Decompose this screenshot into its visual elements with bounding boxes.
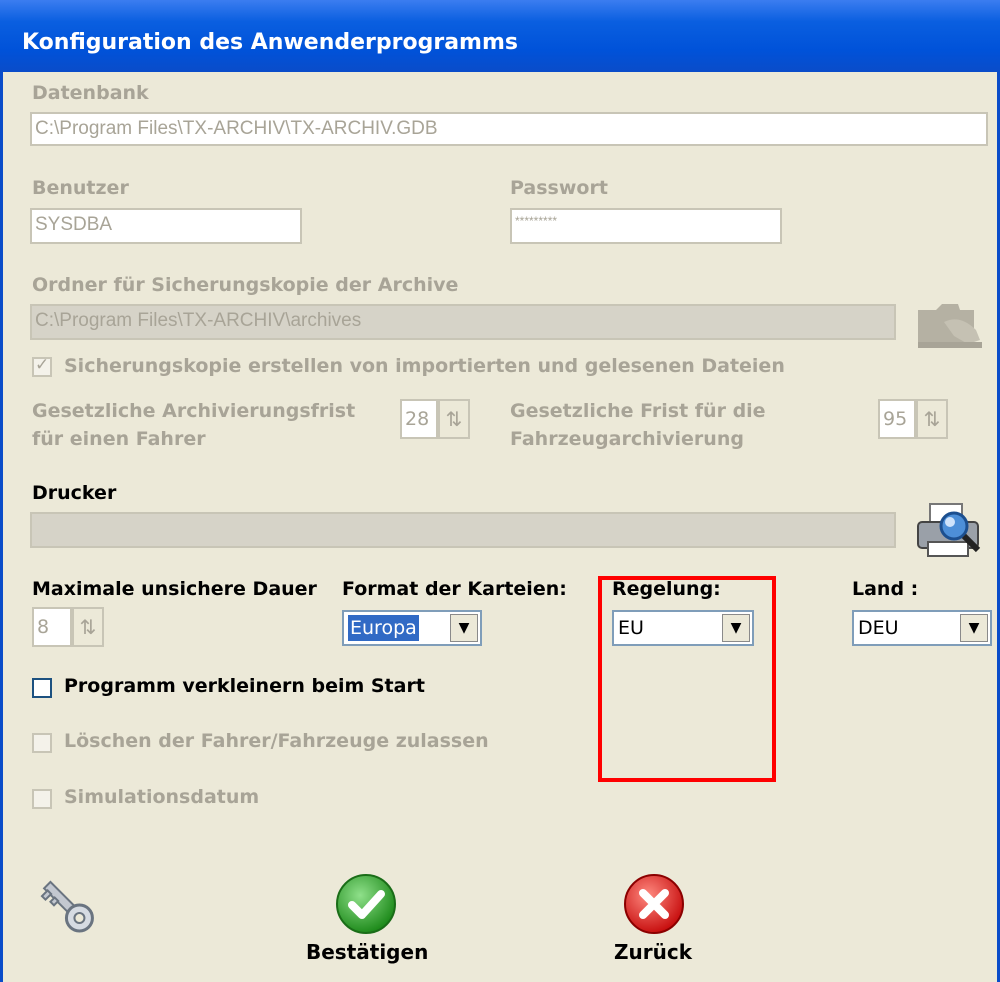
database-field[interactable]: C:\Program Files\TX-ARCHIV\TX-ARCHIV.GDB xyxy=(30,112,988,146)
country-value: DEU xyxy=(858,617,899,639)
card-format-value: Europa xyxy=(348,615,419,641)
back-button[interactable] xyxy=(622,872,686,941)
retention-driver-spinner[interactable]: 28 ⇅ xyxy=(400,399,470,439)
check-icon[interactable] xyxy=(334,872,398,936)
minimize-checkbox[interactable] xyxy=(32,678,52,698)
password-field[interactable]: ********* xyxy=(510,208,782,244)
back-label[interactable]: Zurück xyxy=(614,940,692,964)
country-label: Land : xyxy=(852,578,919,600)
retention-vehicle-label-1: Gesetzliche Frist für die xyxy=(510,400,766,422)
highlight-box xyxy=(598,576,776,782)
chevron-down-icon[interactable]: ▼ xyxy=(960,614,988,642)
max-unsafe-spinner[interactable]: 8 ⇅ xyxy=(32,607,104,647)
delete-allowed-label: Löschen der Fahrer/Fahrzeuge zulassen xyxy=(64,730,489,752)
database-label: Datenbank xyxy=(32,82,149,104)
folder-icon[interactable] xyxy=(914,296,984,357)
user-field[interactable]: SYSDBA xyxy=(30,208,302,244)
password-label: Passwort xyxy=(510,177,608,199)
confirm-button[interactable] xyxy=(334,872,398,941)
retention-vehicle-label-2: Fahrzeugarchivierung xyxy=(510,428,744,450)
printer-search-icon[interactable] xyxy=(914,500,988,565)
spin-arrows-icon[interactable]: ⇅ xyxy=(72,607,104,647)
close-icon[interactable] xyxy=(622,872,686,936)
retention-driver-label-2: für einen Fahrer xyxy=(32,428,206,450)
backup-folder-label: Ordner für Sicherungskopie der Archive xyxy=(32,274,459,296)
max-unsafe-value[interactable]: 8 xyxy=(32,607,72,647)
printer-label: Drucker xyxy=(32,482,117,504)
minimize-label: Programm verkleinern beim Start xyxy=(64,675,425,697)
card-format-select[interactable]: Europa ▼ xyxy=(342,610,482,646)
country-select[interactable]: DEU ▼ xyxy=(852,610,992,646)
simulation-date-label: Simulationsdatum xyxy=(64,786,260,808)
backup-checkbox[interactable]: ✓ xyxy=(32,355,52,377)
spin-arrows-icon[interactable]: ⇅ xyxy=(916,399,948,439)
key-icon[interactable] xyxy=(30,870,102,947)
retention-driver-value[interactable]: 28 xyxy=(400,399,438,439)
retention-vehicle-value[interactable]: 95 xyxy=(878,399,916,439)
backup-checkbox-label: Sicherungskopie erstellen von importiert… xyxy=(64,355,785,377)
backup-folder-field[interactable]: C:\Program Files\TX-ARCHIV\archives xyxy=(30,304,896,340)
simulation-date-checkbox[interactable] xyxy=(32,789,52,809)
delete-allowed-checkbox[interactable] xyxy=(32,733,52,753)
card-format-label: Format der Karteien: xyxy=(342,578,567,600)
chevron-down-icon[interactable]: ▼ xyxy=(450,614,478,642)
printer-field[interactable] xyxy=(30,512,896,548)
user-label: Benutzer xyxy=(32,177,129,199)
retention-driver-label-1: Gesetzliche Archivierungsfrist xyxy=(32,400,356,422)
confirm-label[interactable]: Bestätigen xyxy=(306,940,428,964)
retention-vehicle-spinner[interactable]: 95 ⇅ xyxy=(878,399,948,439)
title-bar: Konfiguration des Anwenderprogramms xyxy=(0,0,1000,72)
spin-arrows-icon[interactable]: ⇅ xyxy=(438,399,470,439)
max-unsafe-label: Maximale unsichere Dauer xyxy=(32,578,317,600)
window-title: Konfiguration des Anwenderprogramms xyxy=(22,30,518,55)
